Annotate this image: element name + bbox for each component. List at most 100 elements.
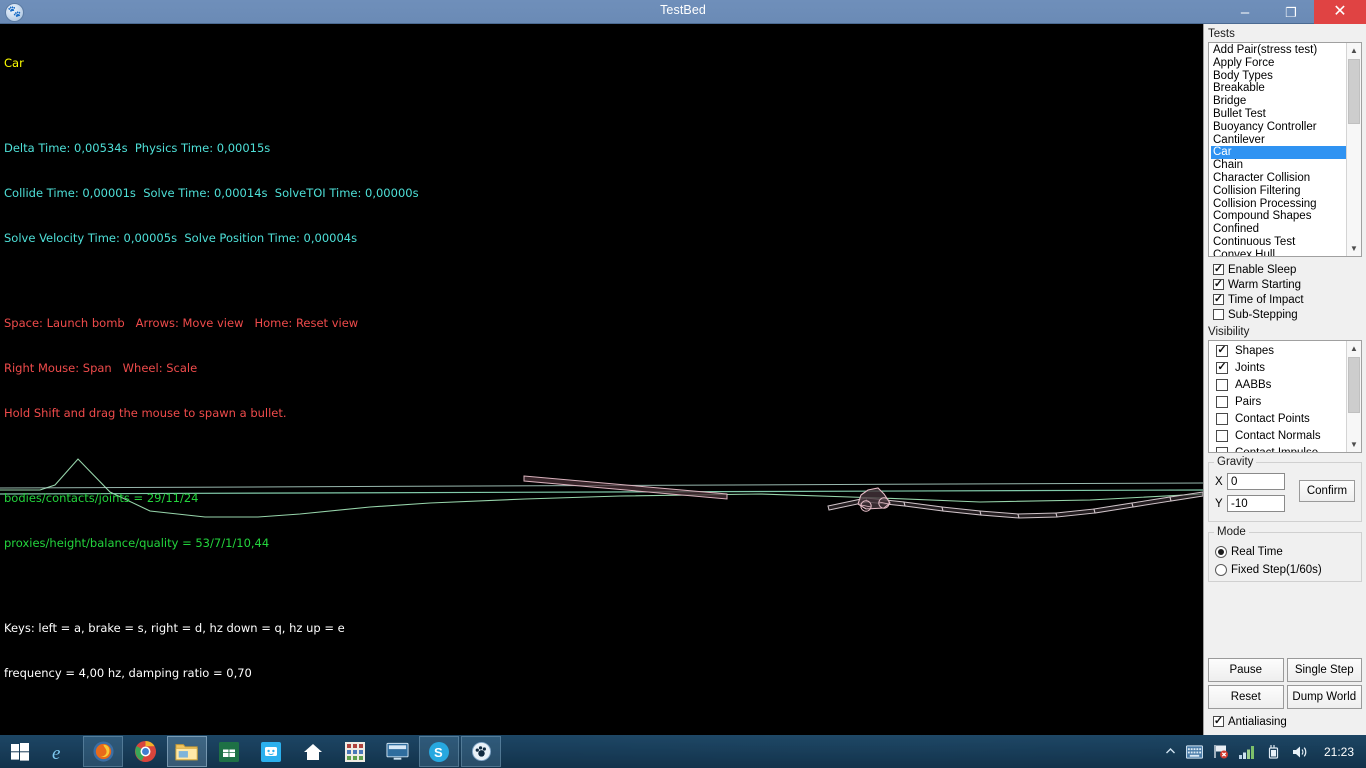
checkbox[interactable]: [1216, 378, 1228, 391]
option-row-enable-sleep[interactable]: ✓ Enable Sleep: [1204, 262, 1366, 277]
taskbar-chrome-icon[interactable]: [125, 736, 165, 767]
test-list-item[interactable]: Body Types: [1211, 70, 1346, 83]
visibility-row-pairs[interactable]: Pairs: [1211, 393, 1346, 410]
test-list-item[interactable]: Car: [1211, 146, 1346, 160]
gravity-x-input[interactable]: [1227, 473, 1285, 490]
test-list-item[interactable]: Continuous Test: [1211, 236, 1346, 249]
visibility-row-aabbs[interactable]: AABBs: [1211, 376, 1346, 393]
skype-icon: S: [429, 741, 449, 762]
vis-scroll-up-icon[interactable]: ▲: [1347, 341, 1361, 356]
test-list-item[interactable]: Bullet Test: [1211, 108, 1346, 121]
checkbox[interactable]: [1216, 395, 1228, 408]
reset-button[interactable]: Reset: [1208, 685, 1284, 709]
maximize-button[interactable]: ❐: [1268, 0, 1314, 24]
antialiasing-checkbox-row[interactable]: ✓ Antialiasing: [1204, 714, 1287, 729]
taskbar-messaging-icon[interactable]: [251, 736, 291, 767]
network-signal-icon[interactable]: [1238, 745, 1256, 759]
option-row-warm-starting[interactable]: ✓ Warm Starting: [1204, 277, 1366, 292]
checkbox[interactable]: ✓: [1213, 264, 1224, 275]
test-list-item[interactable]: Apply Force: [1211, 57, 1346, 70]
radio-button[interactable]: [1215, 564, 1227, 576]
taskbar-skype-icon[interactable]: S: [419, 736, 459, 767]
test-list-item[interactable]: Convex Hull: [1211, 249, 1346, 256]
taskbar-monitor-icon[interactable]: [377, 736, 417, 767]
antialiasing-checkbox[interactable]: ✓: [1213, 716, 1224, 727]
gravity-confirm-button[interactable]: Confirm: [1299, 480, 1355, 502]
scroll-up-icon[interactable]: ▲: [1347, 43, 1361, 58]
taskbar-apps-grid-icon[interactable]: [335, 736, 375, 767]
visibility-scrollbar[interactable]: ▲ ▼: [1346, 341, 1361, 452]
visibility-list-items[interactable]: ✓ Shapes ✓ Joints AABBs Pairs Contact Points Co…: [1209, 341, 1346, 452]
visibility-label: Shapes: [1235, 344, 1275, 357]
taskbar-testbed-icon[interactable]: [461, 736, 501, 767]
taskbar-home-icon[interactable]: [293, 736, 333, 767]
window-title-bar[interactable]: 🐾 TestBed – ❐ ✕: [0, 0, 1366, 24]
testbed-window: 🐾 TestBed – ❐ ✕ Car Delta Time: 0,00534s…: [0, 0, 1366, 735]
test-list-item[interactable]: Add Pair(stress test): [1211, 44, 1346, 57]
mode-group: Mode Real Time Fixed Step(1/60s): [1208, 526, 1362, 582]
simulation-canvas[interactable]: Car Delta Time: 0,00534s Physics Time: 0…: [0, 24, 1203, 735]
flag-action-center-icon[interactable]: [1213, 744, 1229, 759]
taskbar-firefox-icon[interactable]: [83, 736, 123, 767]
test-list-item[interactable]: Buoyancy Controller: [1211, 121, 1346, 134]
taskbar-file-explorer-icon[interactable]: [167, 736, 207, 767]
dump-world-button[interactable]: Dump World: [1286, 685, 1362, 709]
test-list-item[interactable]: Breakable: [1211, 82, 1346, 95]
single-step-button[interactable]: Single Step: [1286, 658, 1362, 682]
vis-scroll-down-icon[interactable]: ▼: [1347, 437, 1361, 452]
checkbox[interactable]: ✓: [1213, 294, 1224, 305]
test-list-item[interactable]: Confined: [1211, 223, 1346, 236]
battery-icon[interactable]: [1266, 744, 1282, 759]
mode-radio-real-time[interactable]: Real Time: [1215, 543, 1355, 561]
visibility-listbox[interactable]: ✓ Shapes ✓ Joints AABBs Pairs Contact Points Co…: [1208, 340, 1362, 453]
radio-button[interactable]: [1215, 546, 1227, 558]
checkbox[interactable]: ✓: [1213, 279, 1224, 290]
overlay-stat-0: Delta Time: 0,00534s Physics Time: 0,000…: [4, 141, 271, 155]
taskbar-internet-explorer-icon[interactable]: e: [41, 736, 81, 767]
taskbar-clock[interactable]: 21:23: [1324, 745, 1354, 759]
option-row-time-of-impact[interactable]: ✓ Time of Impact: [1204, 292, 1366, 307]
option-label: Sub-Stepping: [1228, 308, 1298, 321]
scrollbar-thumb[interactable]: [1348, 59, 1360, 124]
checkbox[interactable]: ✓: [1216, 361, 1228, 374]
test-list-item[interactable]: Compound Shapes: [1211, 210, 1346, 223]
mode-label: Real Time: [1231, 546, 1283, 558]
test-list-item[interactable]: Collision Processing: [1211, 198, 1346, 211]
test-list-item[interactable]: Collision Filtering: [1211, 185, 1346, 198]
tests-listbox[interactable]: Add Pair(stress test) Apply Force Body Typ…: [1208, 42, 1362, 257]
firefox-icon: [92, 741, 114, 762]
visibility-row-contact-impulse[interactable]: Contact Impulse: [1211, 444, 1346, 452]
test-list-item[interactable]: Character Collision: [1211, 172, 1346, 185]
svg-text:S: S: [434, 745, 443, 760]
visibility-row-shapes[interactable]: ✓ Shapes: [1211, 342, 1346, 359]
show-hidden-icons-chevron[interactable]: [1165, 746, 1176, 757]
tests-list-items[interactable]: Add Pair(stress test) Apply Force Body Typ…: [1209, 43, 1346, 256]
visibility-scrollbar-thumb[interactable]: [1348, 357, 1360, 413]
internet-explorer-icon: e: [52, 743, 60, 764]
tests-scrollbar[interactable]: ▲ ▼: [1346, 43, 1361, 256]
close-button[interactable]: ✕: [1314, 0, 1366, 24]
visibility-row-contact-points[interactable]: Contact Points: [1211, 410, 1346, 427]
checkbox[interactable]: [1216, 429, 1228, 442]
test-list-item[interactable]: Bridge: [1211, 95, 1346, 108]
keyboard-icon[interactable]: [1185, 744, 1203, 759]
test-list-item[interactable]: Cantilever: [1211, 134, 1346, 147]
volume-icon[interactable]: [1292, 745, 1309, 759]
visibility-row-joints[interactable]: ✓ Joints: [1211, 359, 1346, 376]
gravity-y-label: Y: [1215, 497, 1223, 510]
option-label: Warm Starting: [1228, 278, 1302, 291]
checkbox[interactable]: [1213, 309, 1224, 320]
scroll-down-icon[interactable]: ▼: [1347, 241, 1361, 256]
checkbox[interactable]: [1216, 412, 1228, 425]
option-row-sub-stepping[interactable]: Sub-Stepping: [1204, 307, 1366, 322]
mode-radio-fixed-step-1-60s-[interactable]: Fixed Step(1/60s): [1215, 561, 1355, 579]
checkbox[interactable]: [1216, 446, 1228, 452]
test-list-item[interactable]: Chain: [1211, 159, 1346, 172]
checkbox[interactable]: ✓: [1216, 344, 1228, 357]
taskbar-excel-icon[interactable]: [209, 736, 249, 767]
start-button[interactable]: [0, 735, 40, 768]
visibility-row-contact-normals[interactable]: Contact Normals: [1211, 427, 1346, 444]
overlay-stat-1: Collide Time: 0,00001s Solve Time: 0,000…: [4, 186, 419, 200]
pause-button[interactable]: Pause: [1208, 658, 1284, 682]
gravity-y-input[interactable]: [1227, 495, 1285, 512]
